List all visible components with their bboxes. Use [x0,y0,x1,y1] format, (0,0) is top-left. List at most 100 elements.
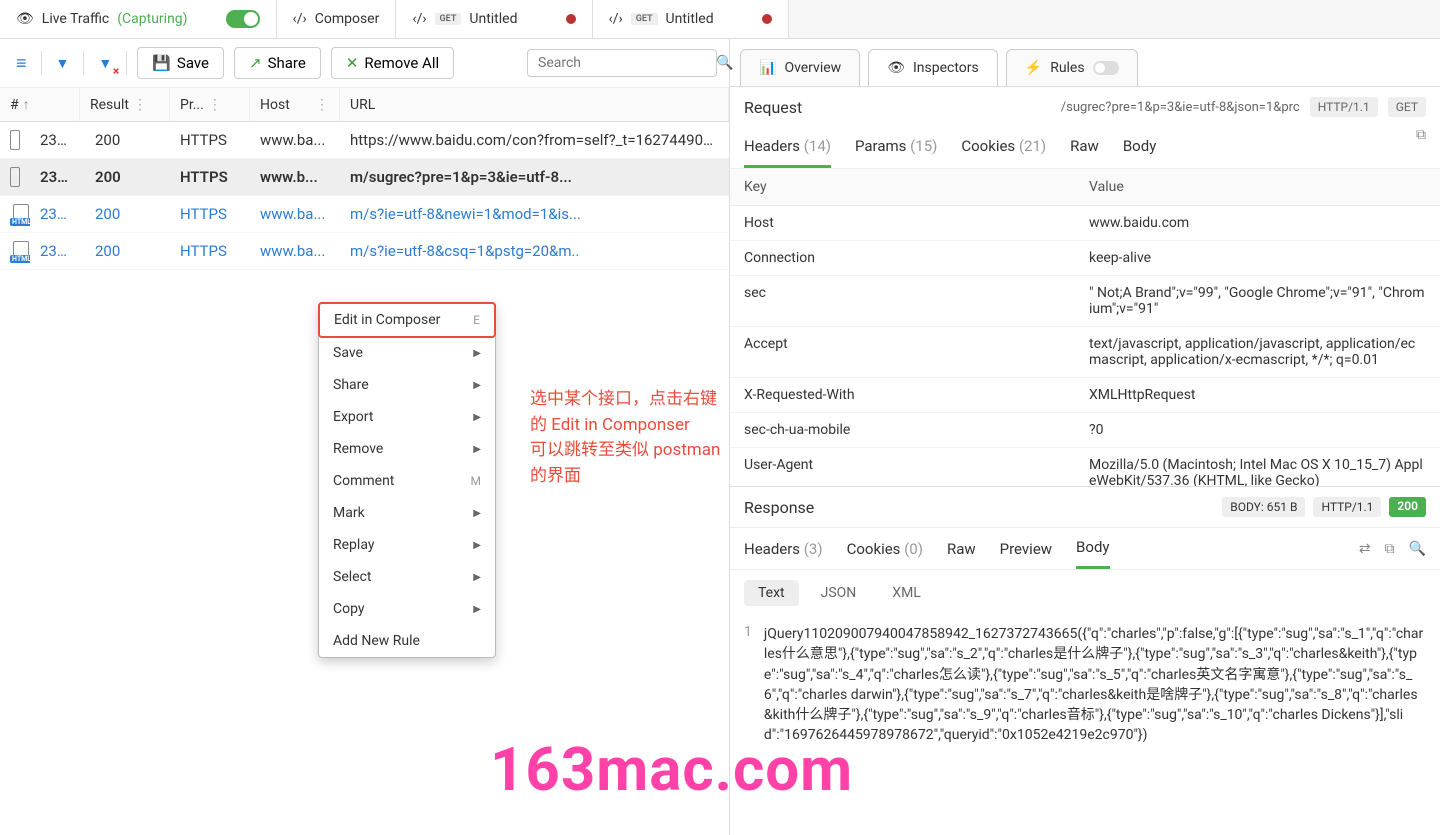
header-row[interactable]: sec-ch-ua-mobile?0 [730,413,1440,448]
share-button[interactable]: ↗ Share [234,47,321,79]
header-key: Connection [730,241,1075,275]
header-key: Accept [730,327,1075,377]
tab-live-traffic[interactable]: 👁 Live Traffic (Capturing) [0,0,277,38]
col-host[interactable]: Host⋮ [250,88,340,121]
wrap-icon[interactable]: ⇄ [1359,541,1371,557]
share-label: Share [268,54,306,72]
table-row[interactable]: 23852200HTTPSwww.ba...https://www.baidu.… [0,122,729,159]
copy-icon[interactable]: ⧉ [1385,541,1395,557]
search-input[interactable] [538,55,716,71]
search-icon[interactable]: 🔍 [1409,541,1426,557]
request-title: Request [744,98,802,117]
traffic-pane: ≡ ▼ ▼ 💾 Save ↗ Share ✕ Remove All [0,39,730,835]
column-menu-icon[interactable]: ⋮ [315,97,329,113]
row-host: www.b... [250,166,340,188]
menu-comment[interactable]: CommentM [319,465,495,497]
fmt-json[interactable]: JSON [807,580,871,606]
header-key: User-Agent [730,448,1075,486]
code-icon: ‹/› [412,11,426,27]
menu-add-rule[interactable]: Add New Rule [319,625,495,657]
reqtab-raw[interactable]: Raw [1070,127,1099,168]
traffic-table: 23852200HTTPSwww.ba...https://www.baidu.… [0,122,729,835]
tab-untitled-2[interactable]: ‹/› GET Untitled [593,0,789,38]
col-protocol[interactable]: Pr...⋮ [170,88,250,121]
stream-icon[interactable]: ≡ [12,49,31,78]
header-row[interactable]: sec" Not;A Brand";v="99", "Google Chrome… [730,276,1440,327]
resptab-headers[interactable]: Headers (3) [744,530,823,568]
header-row[interactable]: User-AgentMozilla/5.0 (Macintosh; Intel … [730,448,1440,486]
inspector-tabs: 📊Overview 👁Inspectors ⚡Rules [730,39,1440,87]
menu-export[interactable]: Export▶ [319,401,495,433]
clear-filter-icon[interactable]: ▼ [94,51,116,76]
row-id: 23853 [30,166,85,188]
capture-toggle[interactable] [226,10,260,28]
filter-icon[interactable]: ▼ [52,51,74,76]
row-url: https://www.baidu.com/con?from=self?_t=1… [340,129,729,151]
header-row[interactable]: X-Requested-WithXMLHttpRequest [730,378,1440,413]
tab-rules[interactable]: ⚡Rules [1006,49,1138,86]
fmt-xml[interactable]: XML [878,580,935,606]
http-version: HTTP/1.1 [1310,97,1378,117]
html-file-icon [10,204,20,224]
tab-composer[interactable]: ‹/› Composer [277,0,397,38]
resptab-raw[interactable]: Raw [947,530,976,568]
header-row[interactable]: Connectionkeep-alive [730,241,1440,276]
column-menu-icon[interactable]: ⋮ [133,97,147,113]
menu-mark[interactable]: Mark▶ [319,497,495,529]
resptab-cookies[interactable]: Cookies (0) [847,530,923,568]
tab-untitled-1[interactable]: ‹/› GET Untitled [396,0,592,38]
header-value: text/javascript, application/javascript,… [1075,327,1440,377]
chevron-right-icon: ▶ [473,572,481,583]
row-host: www.ba... [250,240,340,262]
col-number[interactable]: # ↑ [0,88,80,121]
tab-overview[interactable]: 📊Overview [740,49,860,86]
reqtab-body[interactable]: Body [1123,127,1156,168]
save-button[interactable]: 💾 Save [137,47,224,79]
menu-edit-composer[interactable]: Edit in Composer E [318,302,496,338]
header-row[interactable]: Accepttext/javascript, application/javas… [730,327,1440,378]
reqtab-headers[interactable]: Headers (14) [744,127,831,168]
menu-copy[interactable]: Copy▶ [319,593,495,625]
reqtab-cookies[interactable]: Cookies (21) [961,127,1046,168]
save-icon: 💾 [152,54,171,72]
menu-replay[interactable]: Replay▶ [319,529,495,561]
header-value: Mozilla/5.0 (Macintosh; Intel Mac OS X 1… [1075,448,1440,486]
headers-table: Hostwww.baidu.comConnectionkeep-alivesec… [730,206,1440,486]
search-box[interactable]: 🔍 [527,49,717,77]
row-protocol: HTTPS [170,166,250,188]
menu-save[interactable]: Save▶ [319,337,495,369]
row-id: 23860 [30,203,85,225]
header-row[interactable]: Hostwww.baidu.com [730,206,1440,241]
col-url[interactable]: URL [340,88,729,121]
table-row[interactable]: 23853200HTTPSwww.b...m/sugrec?pre=1&p=3&… [0,159,729,196]
header-value: keep-alive [1075,241,1440,275]
row-url: m/sugrec?pre=1&p=3&ie=utf-8... [340,166,729,188]
table-row[interactable]: 23861200HTTPSwww.ba...m/s?ie=utf-8&csq=1… [0,233,729,270]
reqtab-params[interactable]: Params (15) [855,127,937,168]
header-key: Host [730,206,1075,240]
body-size: BODY: 651 B [1222,497,1305,517]
menu-select[interactable]: Select▶ [319,561,495,593]
table-header: # ↑ Result⋮ Pr...⋮ Host⋮ URL [0,88,729,122]
resptab-body[interactable]: Body [1076,528,1109,569]
resptab-preview[interactable]: Preview [1000,530,1052,568]
fmt-text[interactable]: Text [744,580,799,606]
col-result[interactable]: Result⋮ [80,88,170,121]
copy-icon[interactable]: ⧉ [1416,127,1426,168]
tab-inspectors[interactable]: 👁Inspectors [868,49,998,86]
header-value: " Not;A Brand";v="99", "Google Chrome";v… [1075,276,1440,326]
chevron-right-icon: ▶ [473,348,481,359]
row-url: m/s?ie=utf-8&csq=1&pstg=20&m.. [340,240,729,262]
remove-all-button[interactable]: ✕ Remove All [331,47,454,79]
chevron-right-icon: ▶ [473,444,481,455]
kv-key-header: Key [730,169,1075,205]
toolbar: ≡ ▼ ▼ 💾 Save ↗ Share ✕ Remove All [0,39,729,88]
html-file-icon [10,241,20,261]
table-row[interactable]: 23860200HTTPSwww.ba...m/s?ie=utf-8&newi=… [0,196,729,233]
row-url: m/s?ie=utf-8&newi=1&mod=1&is... [340,203,729,225]
menu-remove[interactable]: Remove▶ [319,433,495,465]
menu-share[interactable]: Share▶ [319,369,495,401]
column-menu-icon[interactable]: ⋮ [208,97,222,113]
rules-toggle[interactable] [1093,61,1119,75]
inspector-pane: 📊Overview 👁Inspectors ⚡Rules Request /su… [730,39,1440,835]
